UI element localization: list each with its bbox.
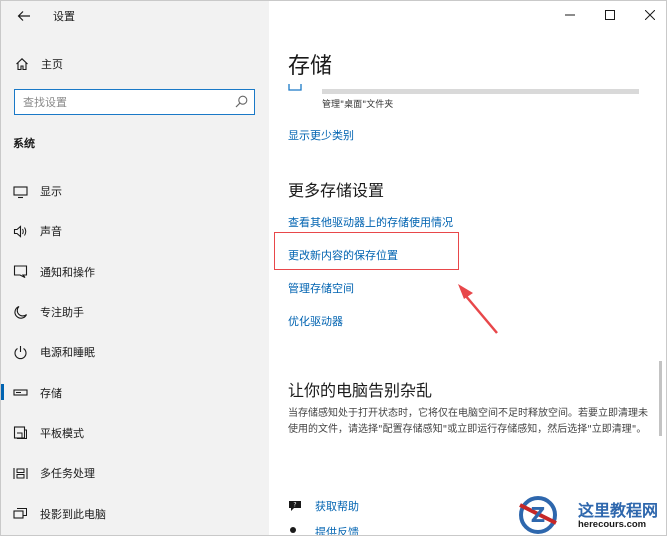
maximize-button[interactable] [599,5,621,27]
watermark-name: 这里教程网 [578,501,659,520]
highlight-box [274,232,459,270]
sidebar-item-multitasking[interactable]: 多任务处理 [1,453,269,493]
sidebar: 设置 主页 系统 显示 [1,1,269,535]
svg-text:?: ? [293,502,296,509]
back-arrow-icon [17,11,30,21]
project-icon [13,508,27,519]
watermark-url: herecours.com [578,519,647,530]
power-icon [14,345,27,359]
get-help-link[interactable]: ? 获取帮助 [288,497,359,515]
help-chat-icon: ? [289,501,301,511]
sidebar-item-tablet-mode[interactable]: 平板模式 [1,413,269,453]
view-other-drives-link[interactable]: 查看其他驱动器上的存储使用情况 [288,214,453,230]
back-button[interactable] [13,6,35,26]
sidebar-item-project-to-pc[interactable]: 投影到此电脑 [1,493,269,533]
watermark: Z 这里教程网 herecours.com [514,493,664,535]
feedback-label: 提供反馈 [315,526,359,536]
sidebar-item-display[interactable]: 显示 [1,171,269,211]
svg-text:Z: Z [531,503,546,527]
desktop-folder-icon [288,84,302,91]
search-input[interactable] [23,93,223,111]
sidebar-item-power-sleep[interactable]: 电源和睡眠 [1,332,269,372]
sidebar-item-label: 显示 [40,185,62,199]
sidebar-item-focus-assist[interactable]: 专注助手 [1,292,269,332]
declutter-description: 当存储感知处于打开状态时，它将仅在电脑空间不足时释放空间。若要立即清理未使用的文… [288,408,648,435]
minimize-button[interactable] [559,5,581,27]
manage-storage-spaces-link[interactable]: 管理存储空间 [288,280,354,296]
sidebar-item-label: 平板模式 [40,426,84,440]
sidebar-item-label: 存储 [40,386,62,400]
sidebar-item-storage[interactable]: 存储 [1,372,269,412]
minimize-icon [565,14,575,16]
sidebar-nav: 显示 声音 通知和操作 专注助手 电源和睡眠 存储 平板模式 多任务处理 投影到… [1,171,269,534]
site-logo-icon: Z [519,496,557,534]
more-storage-settings-heading: 更多存储设置 [288,181,385,200]
speaker-icon [13,225,27,238]
search-box[interactable] [14,89,255,115]
optimize-drives-link[interactable]: 优化驱动器 [288,313,343,329]
sidebar-item-sound[interactable]: 声音 [1,211,269,251]
usage-label: 管理"桌面"文件夹 [322,100,394,110]
notification-icon [13,265,28,279]
search-icon[interactable] [235,95,248,108]
section-label-system: 系统 [13,137,35,150]
sidebar-item-label: 专注助手 [40,306,84,320]
sidebar-item-label: 声音 [40,225,62,239]
monitor-icon [13,186,28,198]
sidebar-item-label: 投影到此电脑 [40,507,106,521]
tablet-icon [13,426,27,440]
sidebar-item-home-label: 主页 [41,58,63,71]
scrollbar-thumb[interactable] [659,361,662,436]
multitask-icon [13,467,28,479]
settings-window: 设置 主页 系统 显示 [0,0,667,536]
sidebar-item-home[interactable]: 主页 [15,54,63,74]
home-icon [16,58,28,71]
declutter-heading: 让你的电脑告别杂乱 [288,381,433,400]
get-help-label: 获取帮助 [315,500,359,513]
sidebar-item-label: 通知和操作 [40,265,95,279]
close-button[interactable] [639,5,661,27]
sidebar-item-label: 电源和睡眠 [40,346,95,360]
sidebar-item-label: 多任务处理 [40,467,95,481]
usage-bar [322,89,639,94]
selected-indicator [1,384,4,401]
feedback-link[interactable]: 提供反馈 [288,523,359,536]
moon-icon [14,305,28,319]
storage-icon [13,389,28,396]
feedback-icon [290,527,296,533]
sidebar-item-notifications[interactable]: 通知和操作 [1,252,269,292]
maximize-icon [605,10,615,20]
red-arrow-annotation [458,284,498,334]
window-title: 设置 [53,10,75,23]
page-title: 存储 [288,54,333,79]
show-fewer-categories-link[interactable]: 显示更少类别 [288,127,354,143]
close-icon [644,9,656,21]
